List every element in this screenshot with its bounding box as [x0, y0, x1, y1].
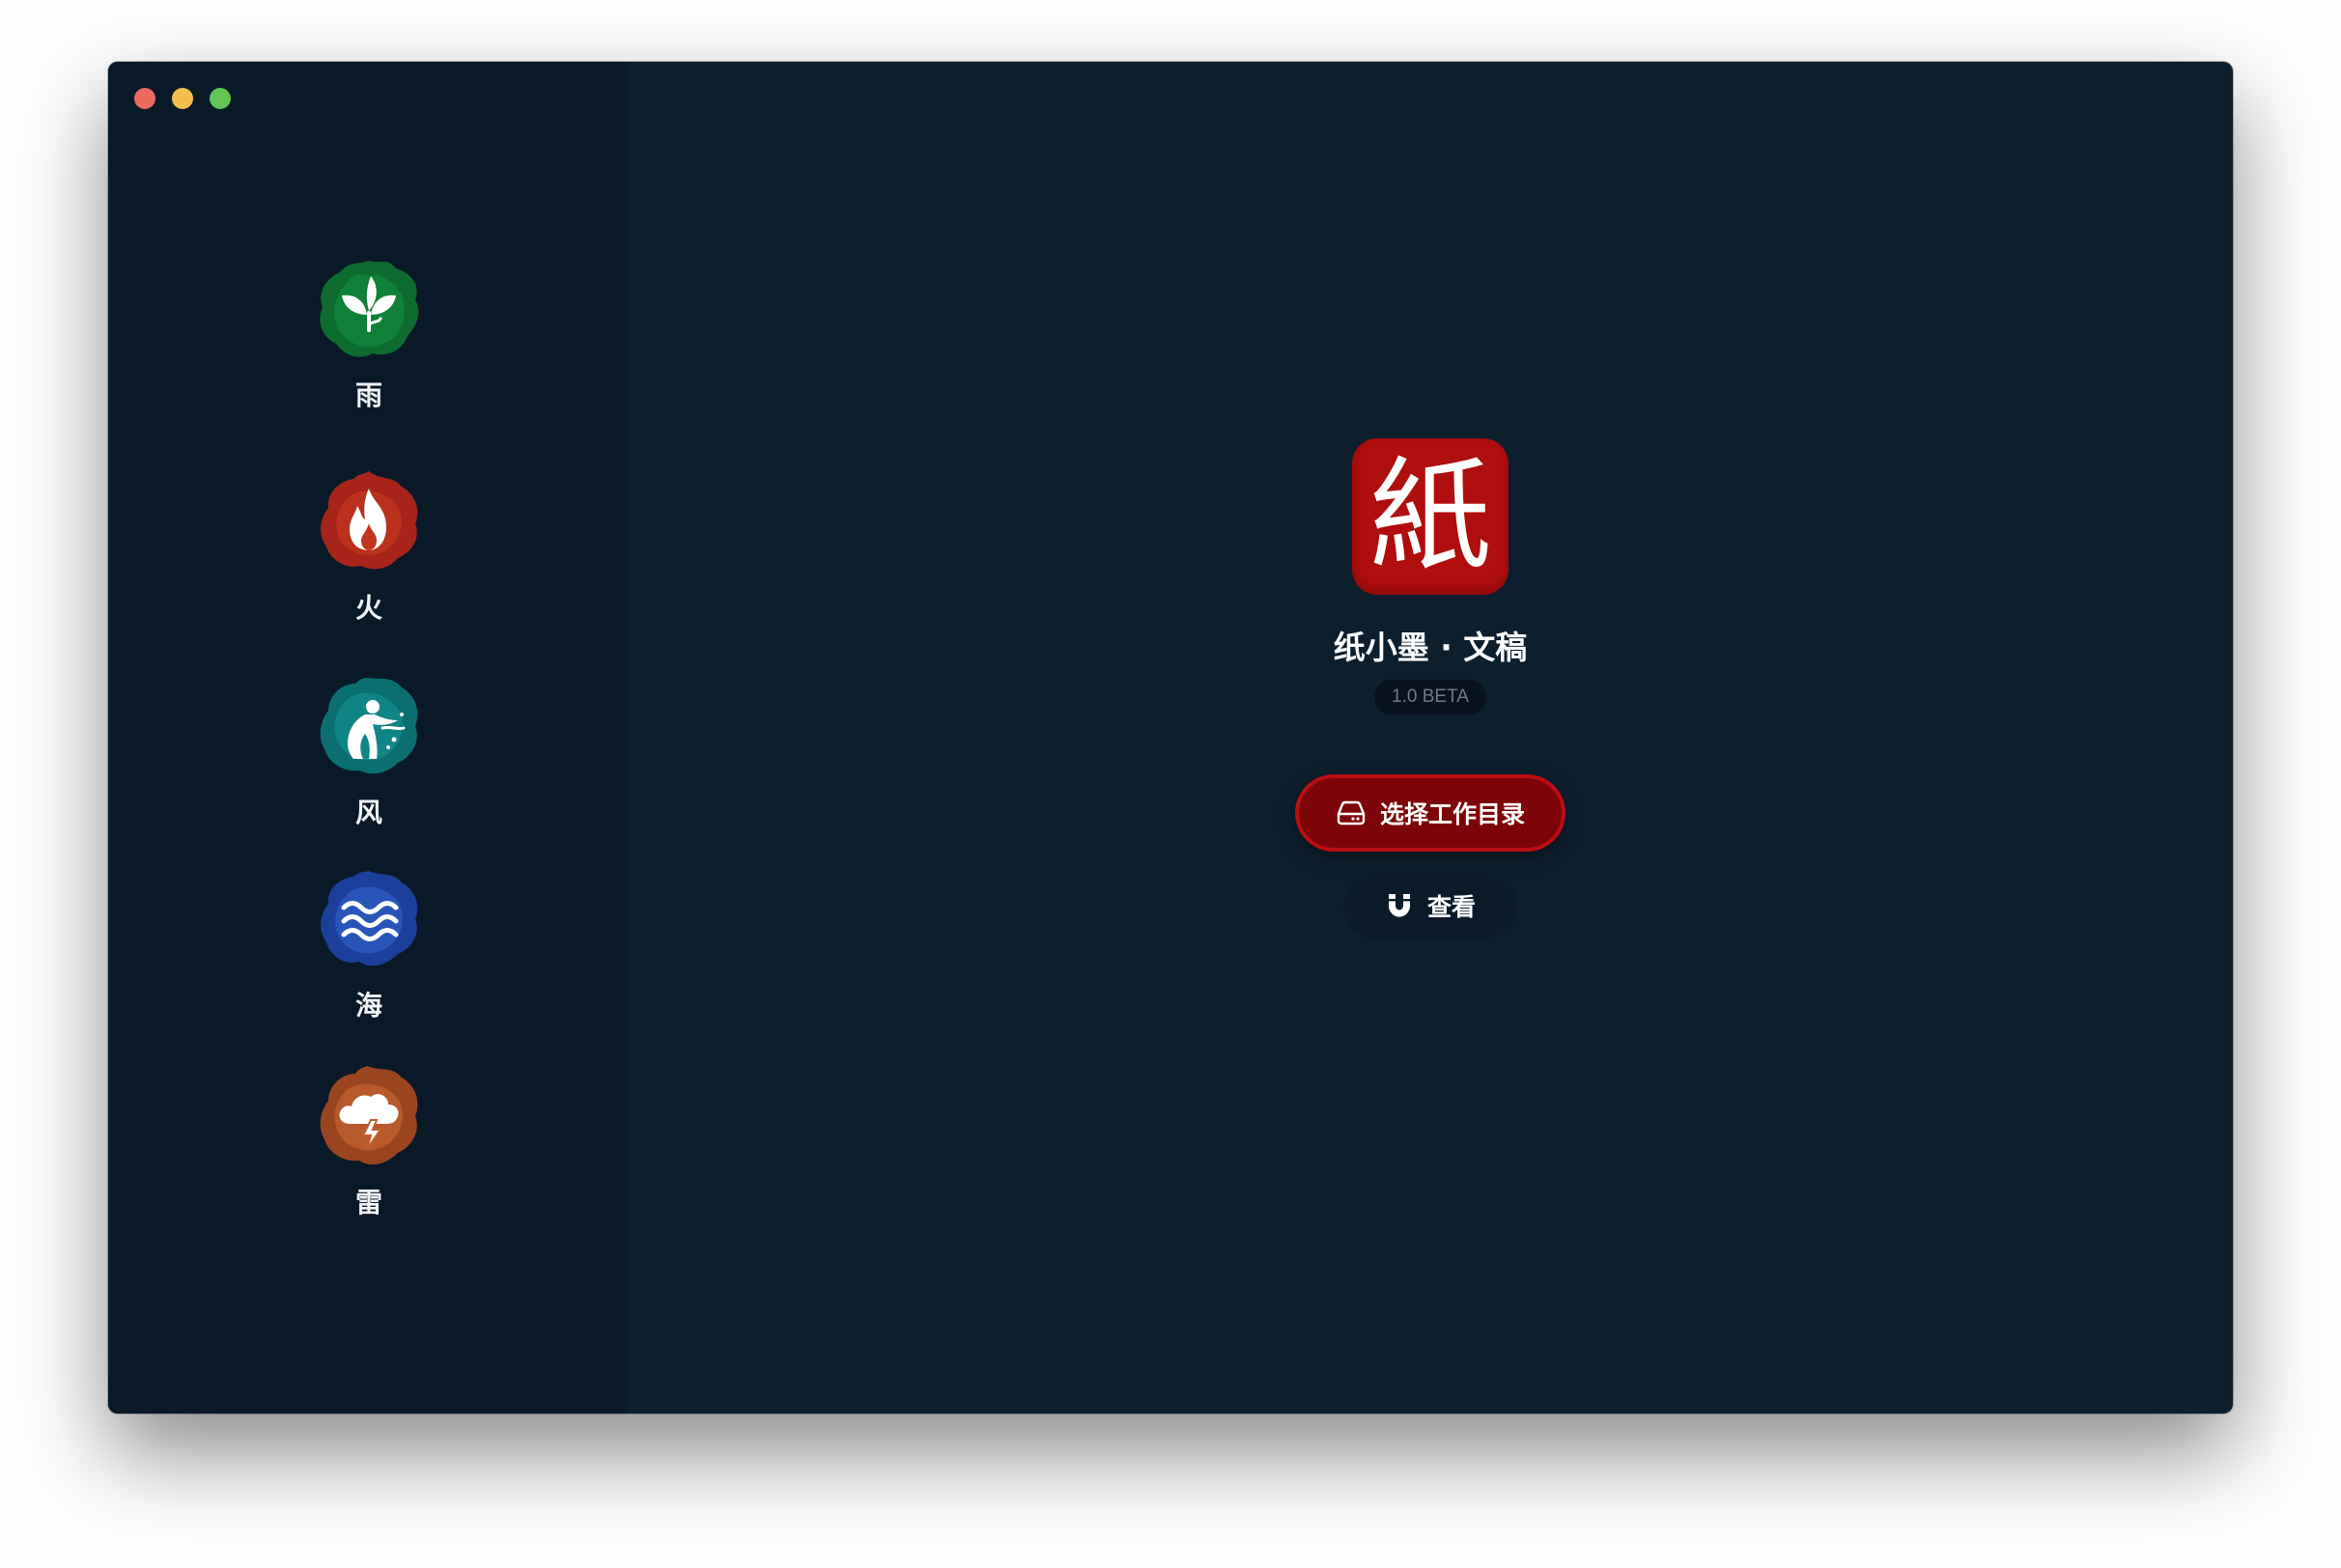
version-badge: 1.0 BETA	[1374, 680, 1486, 714]
welcome-panel: 紙 纸小墨 · 文稿 1.0 BETA 选择工作目录 查看	[628, 438, 2233, 938]
sidebar-item-label: 雷	[354, 1187, 382, 1218]
app-name: 纸小墨 · 文稿	[1333, 629, 1528, 666]
view-button[interactable]: 查看	[1343, 873, 1517, 938]
close-button[interactable]	[134, 88, 155, 109]
sidebar-item-fire[interactable]: 火	[306, 467, 432, 626]
sidebar-item-label: 火	[354, 592, 382, 624]
sidebar-item-label: 海	[354, 990, 382, 1022]
main-content: 紙 纸小墨 · 文稿 1.0 BETA 选择工作目录 查看	[628, 62, 2233, 1414]
waves-icon	[321, 871, 418, 966]
view-label: 查看	[1426, 893, 1476, 921]
leaf-icon	[320, 261, 419, 357]
window-controls	[134, 88, 231, 109]
thunder-cloud-icon	[320, 1066, 418, 1165]
app-window: 雨 火 风 海 雷 紙 纸小墨 · 文稿 1.0 BETA 选择工作目录 查看	[108, 62, 2233, 1414]
minimize-button[interactable]	[172, 88, 193, 109]
select-workdir-label: 选择工作目录	[1379, 800, 1525, 828]
sidebar: 雨 火 风 海 雷	[108, 62, 628, 1414]
select-workdir-button[interactable]: 选择工作目录	[1295, 774, 1565, 852]
magnet-icon	[1388, 894, 1410, 917]
hard-drive-icon	[1337, 800, 1366, 826]
sidebar-item-wind[interactable]: 风	[306, 672, 432, 830]
sidebar-item-label: 雨	[354, 379, 382, 411]
app-logo: 紙	[1352, 438, 1509, 595]
wind-figure-icon	[320, 678, 418, 774]
sidebar-item-label: 风	[354, 797, 382, 828]
sidebar-item-thunder[interactable]: 雷	[306, 1062, 432, 1220]
flame-icon	[321, 471, 418, 570]
sidebar-item-sea[interactable]: 海	[306, 865, 432, 1023]
zoom-button[interactable]	[210, 88, 231, 109]
sidebar-item-rain[interactable]: 雨	[306, 255, 432, 413]
